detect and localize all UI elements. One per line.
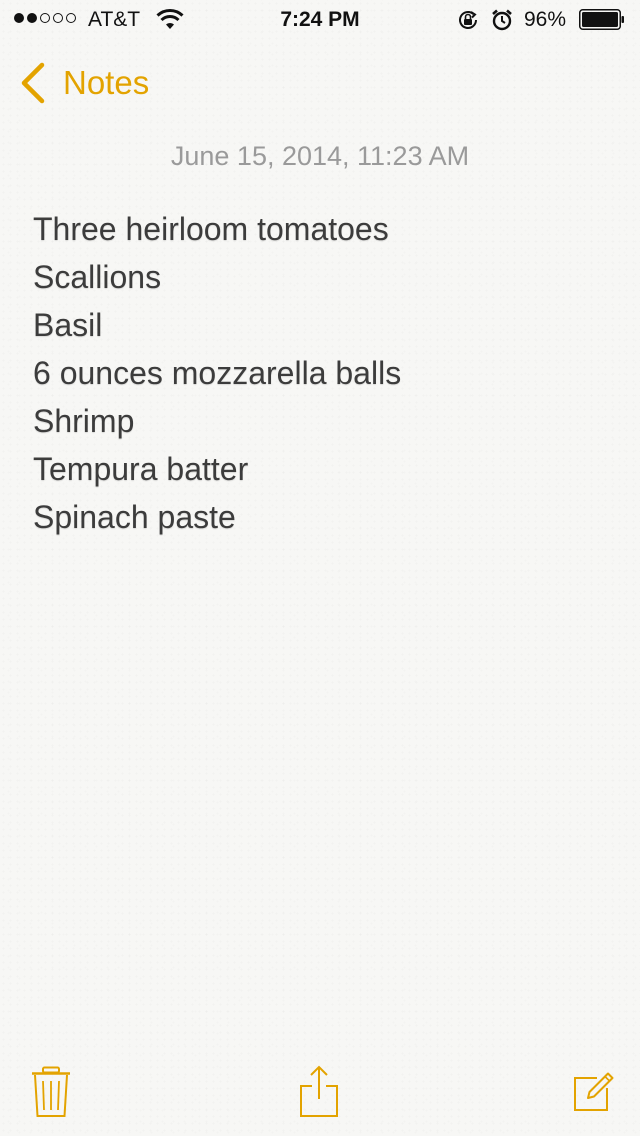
battery-icon <box>579 9 624 30</box>
chevron-left-icon <box>21 62 45 104</box>
back-button[interactable]: Notes <box>18 60 149 106</box>
alarm-icon <box>492 9 512 31</box>
trash-icon[interactable] <box>30 1066 72 1118</box>
rotation-lock-icon <box>459 11 477 29</box>
compose-icon[interactable] <box>572 1070 614 1112</box>
note-line: Basil <box>33 307 103 343</box>
battery-percent: 96% <box>524 8 567 31</box>
status-bar: AT&T 7:24 PM 96% <box>0 0 640 40</box>
note-date: June 15, 2014, 11:23 AM <box>170 141 470 171</box>
note-line: Scallions <box>33 259 162 295</box>
note-line: 6 ounces mozzarella balls <box>33 355 402 391</box>
share-icon[interactable] <box>298 1064 340 1118</box>
note-line: Shrimp <box>33 403 135 439</box>
note-line: Three heirloom tomatoes <box>33 211 389 247</box>
back-button-label: Notes <box>63 64 150 101</box>
note-body[interactable]: Three heirloom tomatoes Scallions Basil … <box>33 205 613 541</box>
note-line: Tempura batter <box>33 451 249 487</box>
note-line: Spinach paste <box>33 499 236 535</box>
